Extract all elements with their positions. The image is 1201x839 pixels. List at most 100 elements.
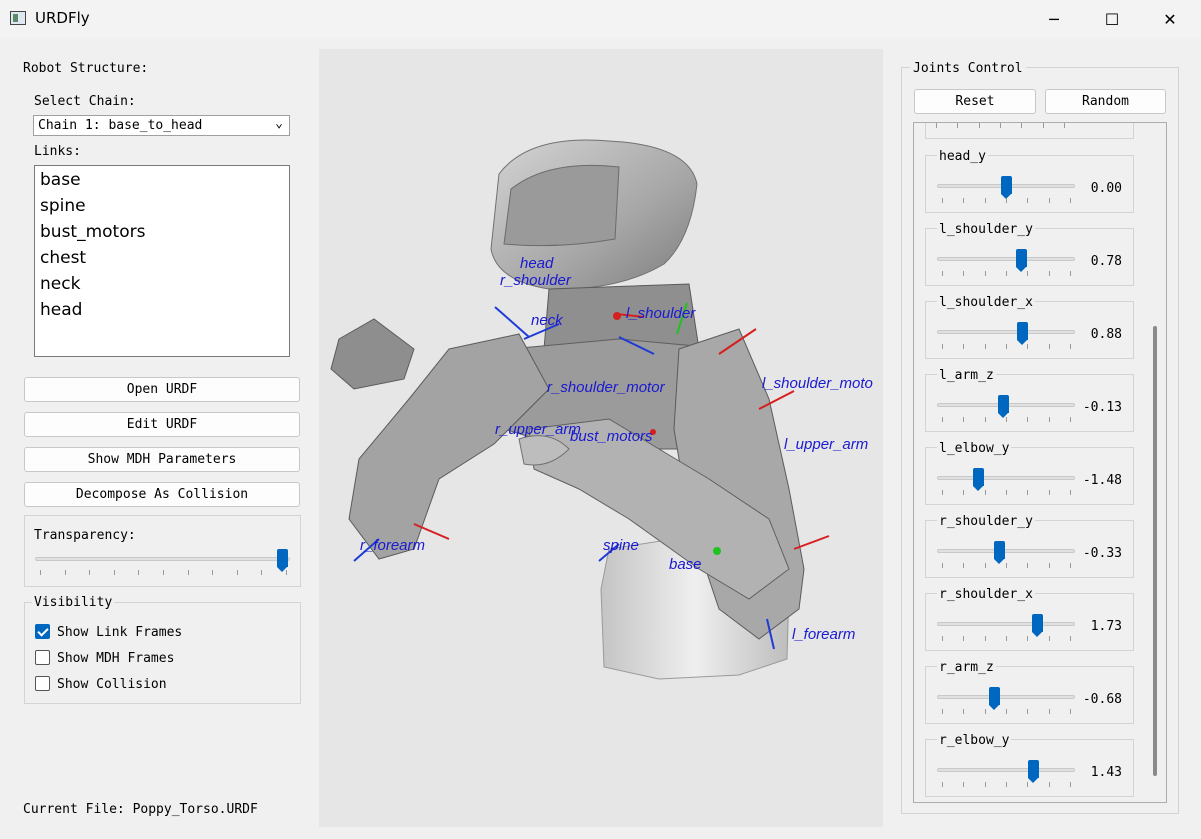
show-collision-label: Show Collision [57,677,167,692]
tick-mark [1064,123,1065,128]
joint-slider-handle[interactable] [989,687,1001,710]
joint-l-arm-z-control: l_arm_z -0.13 [925,368,1134,432]
tick-mark [212,570,214,575]
decompose-collision-button[interactable]: Decompose As Collision [24,482,300,507]
list-item[interactable]: bust_motors [35,218,289,244]
show-link-frames-label: Show Link Frames [57,625,183,640]
show-mdh-parameters-button[interactable]: Show MDH Parameters [24,447,300,472]
tick-mark [942,271,943,276]
tick-mark [963,563,965,568]
reset-button[interactable]: Reset [914,89,1036,114]
joint-name-label: l_arm_z [937,368,996,383]
slider-ticks [942,198,1071,203]
tick-mark [1027,417,1029,422]
tick-mark [963,636,965,641]
links-list[interactable]: base spine bust_motors chest neck head [34,165,290,357]
chain-select-value: Chain 1: base_to_head [38,118,203,133]
slider-ticks [942,709,1071,714]
tick-mark [1006,563,1007,568]
tick-mark [1027,782,1029,787]
tick-mark [187,570,189,575]
tick-mark [40,570,41,575]
joint-slider-handle[interactable] [1017,322,1028,345]
joint-value: -0.68 [1082,692,1122,707]
joint-slider[interactable] [937,768,1075,772]
frame-label-base: base [669,556,702,573]
list-item[interactable]: spine [35,192,289,218]
joint-slider-handle[interactable] [1015,249,1027,272]
joint-slider-handle[interactable] [1032,614,1044,637]
joint-slider-handle[interactable] [997,395,1009,418]
tick-mark [1027,563,1029,568]
window-title: URDFly [35,9,90,27]
tick-mark [1048,782,1050,787]
tick-mark [1070,782,1071,787]
tick-mark [163,570,164,575]
transparency-slider-handle[interactable] [277,549,288,572]
tick-mark [138,570,140,575]
tick-mark [1006,636,1007,641]
joint-value: -0.33 [1082,546,1122,561]
joint-slider[interactable] [937,330,1075,334]
tick-mark [1070,563,1071,568]
tick-mark [963,198,965,203]
tick-mark [1070,417,1071,422]
list-item[interactable]: base [35,166,289,192]
joint-slider[interactable] [937,622,1075,626]
tick-mark [1027,198,1029,203]
minimize-button[interactable]: ─ [1025,0,1083,38]
edit-urdf-button[interactable]: Edit URDF [24,412,300,437]
joint-slider-handle[interactable] [994,541,1006,564]
joint-l-shoulder-y-control: l_shoulder_y 0.78 [925,222,1134,286]
tick-mark [1048,490,1050,495]
visibility-label: Visibility [32,595,115,610]
joint-r-shoulder-y-control: r_shoulder_y -0.33 [925,514,1134,578]
joint-slider[interactable] [937,549,1075,553]
joint-slider-handle[interactable] [972,468,984,491]
tick-mark [984,417,986,422]
maximize-button[interactable]: ☐ [1083,0,1141,38]
joint-name-label: l_shoulder_x [937,295,1035,310]
tick-mark [1048,563,1050,568]
list-item[interactable]: head [35,296,289,322]
joint-name-label: l_elbow_y [937,441,1012,456]
show-collision-checkbox[interactable] [35,676,50,691]
tick-mark [1070,198,1071,203]
joint-slider[interactable] [937,476,1075,480]
list-item[interactable]: neck [35,270,289,296]
random-button[interactable]: Random [1045,89,1166,114]
tick-mark [1006,782,1007,787]
3d-viewport[interactable]: head r_shoulder neck l_shoulder r_should… [319,49,883,827]
joint-slider-handle[interactable] [1000,176,1012,199]
chain-select[interactable]: Chain 1: base_to_head ⌄ [33,115,290,136]
tick-mark [1000,123,1001,128]
tick-mark [984,782,986,787]
frame-label-r-forearm: r_forearm [360,537,425,554]
joints-scrollbar[interactable] [1153,326,1157,776]
joints-control-title: Joints Control [910,61,1026,76]
tick-mark [1027,636,1029,641]
robot-structure-label: Robot Structure: [23,61,149,76]
joint-slider-handle[interactable] [1028,760,1040,783]
show-link-frames-checkbox[interactable] [35,624,50,639]
frame-label-l-shoulder-motor: l_shoulder_moto [762,375,873,392]
tick-mark [1006,709,1007,714]
current-file-label: Current File: Poppy_Torso.URDF [23,802,258,817]
tick-mark [1006,417,1007,422]
tick-mark [236,570,238,575]
joint-name-label: l_shoulder_y [937,222,1035,237]
frame-label-r-upper-arm: r_upper_arm [495,421,581,438]
show-mdh-frames-checkbox[interactable] [35,650,50,665]
frame-label-bust-motors: bust_motors [570,428,653,445]
joint-slider[interactable] [937,257,1075,261]
close-button[interactable]: ✕ [1141,0,1199,38]
joint-slider[interactable] [937,695,1075,699]
show-mdh-frames-label: Show MDH Frames [57,651,175,666]
list-item[interactable]: chest [35,244,289,270]
transparency-slider[interactable] [35,557,290,561]
tick-mark [936,123,937,128]
tick-mark [1070,344,1071,349]
open-urdf-button[interactable]: Open URDF [24,377,300,402]
tick-mark [1042,123,1044,128]
tick-mark [963,344,965,349]
